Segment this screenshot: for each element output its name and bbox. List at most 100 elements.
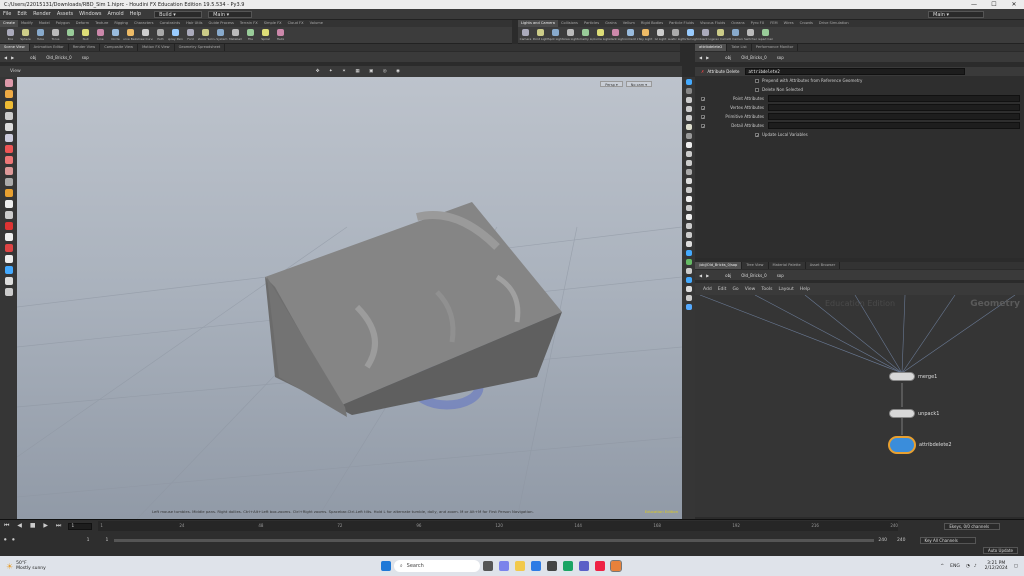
display-option-icon[interactable] — [685, 160, 692, 166]
net-menu-go[interactable]: Go — [732, 287, 738, 292]
update-vars-checkbox[interactable]: ✓ — [755, 132, 759, 137]
path-obj[interactable]: obj — [30, 55, 36, 60]
viewport-tool-icon[interactable] — [4, 79, 13, 87]
display-option-icon[interactable] — [685, 124, 692, 130]
tool-gamepad-camera[interactable]: Gamepad Camera — [758, 27, 773, 44]
tool-gi-light[interactable]: GI Light — [653, 27, 668, 44]
tab-tree-view[interactable]: Tree View — [742, 262, 769, 269]
tab-render-view[interactable]: Render View — [69, 44, 101, 51]
param-path-object[interactable]: Old_Bricks_0 — [741, 55, 766, 60]
shelf-tab-volume[interactable]: Volume — [307, 20, 326, 27]
tool-grid[interactable]: Grid — [63, 27, 78, 44]
tool-path[interactable]: Path — [153, 27, 168, 44]
display-option-icon[interactable] — [685, 196, 692, 202]
vertex-attributes-field[interactable] — [768, 104, 1020, 111]
tool-stereo-camera[interactable]: Stereo Camera — [713, 27, 728, 44]
param-back-icon[interactable]: ◀ — [699, 55, 702, 60]
viewport-tool-icon[interactable] — [4, 288, 13, 296]
chrome-icon[interactable] — [594, 561, 605, 571]
start-icon[interactable] — [380, 561, 391, 571]
tool-sphere[interactable]: Sphere — [18, 27, 33, 44]
language-indicator[interactable]: ENG — [950, 564, 960, 569]
tool-draw-curve[interactable]: Draw Curve — [138, 27, 153, 44]
taskview-icon[interactable] — [482, 561, 493, 571]
tool-distant-light[interactable]: Distant Light — [608, 27, 623, 44]
tool-point-light[interactable]: Point Light — [533, 27, 548, 44]
auto-update-dropdown[interactable]: Auto Update — [982, 547, 1018, 554]
tool-tube[interactable]: Tube — [33, 27, 48, 44]
display-option-icon[interactable] — [685, 232, 692, 238]
display-option-icon[interactable] — [685, 259, 692, 265]
tool-portal-light[interactable]: Portal Light — [683, 27, 698, 44]
tab-geometry-spreadsheet[interactable]: Geometry Spreadsheet — [175, 44, 226, 51]
viewport-tool-icon[interactable] — [4, 167, 13, 175]
display-option-icon[interactable] — [685, 142, 692, 148]
display-option-icon[interactable] — [685, 286, 692, 292]
notification-icon[interactable]: ▢ — [1014, 564, 1018, 569]
viewport-tool-icon[interactable] — [4, 266, 13, 274]
tool-spiral[interactable]: Spiral — [258, 27, 273, 44]
viewport-tool-icon[interactable] — [4, 90, 13, 98]
tool-metaball[interactable]: Metaball — [228, 27, 243, 44]
path-sop[interactable]: sop — [82, 55, 89, 60]
display-option-icon[interactable] — [685, 277, 692, 283]
tool-l-system[interactable]: L-System — [213, 27, 228, 44]
timeline-ruler[interactable]: 1 24 48 72 96 120 144 168 192 216 240 — [98, 521, 899, 531]
display-option-icon[interactable] — [685, 169, 692, 175]
tool-volume-light[interactable]: Volume Light — [593, 27, 608, 44]
brick-mesh[interactable] — [265, 202, 562, 417]
end-frame[interactable]: 240 — [878, 538, 887, 543]
tray-chevron-icon[interactable]: ^ — [940, 564, 944, 569]
tool-box[interactable]: Box — [3, 27, 18, 44]
clock[interactable]: 3:21 PM 2/12/2024 — [985, 561, 1008, 571]
viewport-tool-icon[interactable] — [4, 156, 13, 164]
display-option-icon[interactable] — [685, 241, 692, 247]
tool-circle[interactable]: Circle — [108, 27, 123, 44]
tool-area-light[interactable]: Area Light — [563, 27, 578, 44]
viewport-tool-icon[interactable] — [4, 255, 13, 263]
weather-widget[interactable]: ☀ 50°F Mostly sunny — [0, 561, 46, 571]
chat-icon[interactable] — [498, 561, 509, 571]
node-merge1[interactable]: merge1 — [889, 372, 937, 381]
viewport-tool-icon[interactable] — [4, 101, 13, 109]
tool-spray-paint[interactable]: Spray Paint — [168, 27, 183, 44]
viewport-tool-icon[interactable] — [4, 134, 13, 142]
houdini-icon[interactable] — [609, 560, 622, 572]
display-option-icon[interactable] — [685, 79, 692, 85]
context-dropdown[interactable]: Main ▾ — [208, 10, 253, 18]
tool-curve-bezier[interactable]: Curve Bezier — [123, 27, 138, 44]
tool-sky-light[interactable]: Sky Light — [638, 27, 653, 44]
tool-torus[interactable]: Torus — [48, 27, 63, 44]
back-icon[interactable]: ◀ — [4, 55, 7, 60]
tab--obj-old-bricks-0-sop[interactable]: /obj/Old_Bricks_0/sop — [695, 262, 743, 269]
viewport-tool-icon[interactable] — [4, 112, 13, 120]
tool-environment-light[interactable]: Environment Light — [623, 27, 638, 44]
param-toggle[interactable]: ✓ — [701, 114, 705, 119]
shelf-tab-crowds[interactable]: Crowds — [797, 20, 816, 27]
tab-asset-browser[interactable]: Asset Browser — [806, 262, 841, 269]
viewport-tool-icon[interactable] — [4, 200, 13, 208]
viewport-tool-icon[interactable] — [4, 211, 13, 219]
viewport-tool-icon[interactable] — [4, 145, 13, 153]
primitive-attributes-field[interactable] — [768, 113, 1020, 120]
net-menu-add[interactable]: Add — [703, 287, 712, 292]
param-toggle[interactable]: ✓ — [701, 105, 705, 110]
right-context-dropdown[interactable]: Main ▾ — [928, 10, 984, 18]
tool-null[interactable]: Null — [78, 27, 93, 44]
display-option-icon[interactable] — [685, 133, 692, 139]
menu-assets[interactable]: Assets — [54, 11, 76, 17]
menu-windows[interactable]: Windows — [76, 11, 104, 17]
volume-icon[interactable]: ♪ — [974, 564, 977, 569]
net-path-object[interactable]: Old_Bricks_0 — [741, 273, 766, 278]
display-option-icon[interactable] — [685, 178, 692, 184]
node-attribdelete2[interactable]: attribdelete2 — [888, 436, 952, 454]
key-all-dropdown[interactable]: Key All Channels — [919, 536, 976, 544]
display-option-icon[interactable] — [685, 295, 692, 301]
taskbar-search[interactable]: ⌕ Search — [393, 560, 480, 572]
close-button[interactable]: ✕ — [1004, 0, 1024, 9]
net-back-icon[interactable]: ◀ — [699, 273, 702, 278]
menu-edit[interactable]: Edit — [14, 11, 30, 17]
start-frame-2[interactable]: 1 — [105, 538, 108, 543]
node-name-field[interactable]: attribdelete2 — [745, 68, 966, 75]
shelf-tab-wires[interactable]: Wires — [781, 20, 797, 27]
